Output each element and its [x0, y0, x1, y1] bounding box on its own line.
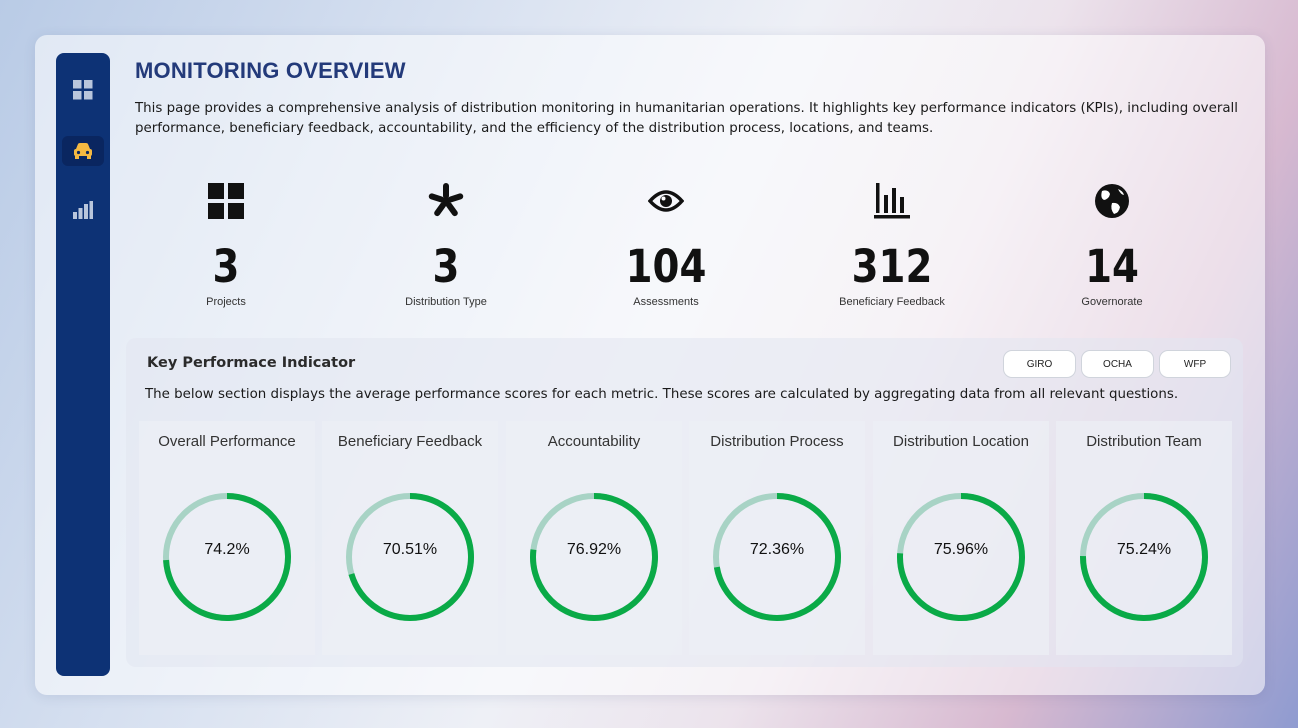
- kpi-label: Distribution Type: [405, 296, 487, 308]
- eye-icon: [648, 190, 684, 212]
- metric-card-overall-performance: Overall Performance 74.2%: [139, 421, 315, 655]
- page-title: MONITORING OVERVIEW: [135, 58, 406, 83]
- gauge-value-label: 72.36%: [749, 541, 805, 558]
- kpi-value: 3: [212, 240, 240, 293]
- filter-ocha-button[interactable]: OCHA: [1081, 350, 1154, 378]
- kpi-value: 312: [851, 240, 933, 293]
- metric-title: Distribution Team: [1086, 433, 1202, 450]
- gauge-value-label: 70.51%: [382, 541, 438, 558]
- metric-title: Distribution Location: [893, 433, 1029, 450]
- nav-distribution[interactable]: [62, 136, 104, 166]
- bar-chart-icon: [874, 183, 910, 219]
- kpi-beneficiary-feedback: 312 Beneficiary Feedback: [802, 180, 982, 308]
- metric-card-distribution-process: Distribution Process 72.36%: [689, 421, 865, 655]
- metric-title: Overall Performance: [158, 433, 296, 450]
- asterisk-icon: [428, 183, 464, 217]
- metric-card-accountability: Accountability 76.92%: [506, 421, 682, 655]
- sidebar: [56, 53, 110, 676]
- grid-icon: [208, 183, 244, 219]
- metric-card-beneficiary-feedback: Beneficiary Feedback 70.51%: [322, 421, 498, 655]
- gauge-value-label: 76.92%: [566, 541, 622, 558]
- kpi-governorate: 14 Governorate: [1022, 180, 1202, 308]
- kpi-section-title: Key Performace Indicator: [147, 355, 356, 371]
- kpi-value: 104: [625, 240, 707, 293]
- nav-dashboard[interactable]: [62, 75, 104, 105]
- metric-title: Beneficiary Feedback: [337, 433, 483, 450]
- metric-card-distribution-team: Distribution Team 75.24%: [1056, 421, 1232, 655]
- nav-analytics[interactable]: [62, 195, 104, 225]
- car-icon: [74, 143, 92, 159]
- kpi-value: 14: [1085, 240, 1139, 293]
- kpi-projects: 3 Projects: [136, 180, 316, 308]
- metric-title: Accountability: [547, 433, 641, 450]
- kpi-assessments: 104 Assessments: [576, 180, 756, 308]
- kpi-label: Assessments: [633, 296, 699, 308]
- kpi-label: Beneficiary Feedback: [839, 296, 945, 308]
- filter-giro-button[interactable]: GIRO: [1003, 350, 1076, 378]
- gauge-value-label: 75.24%: [1116, 541, 1172, 558]
- bar-chart-icon: [73, 201, 93, 219]
- page-description: This page provides a comprehensive analy…: [135, 101, 1238, 136]
- globe-icon: [1095, 184, 1129, 218]
- gauge-value-label: 74.2%: [204, 541, 250, 558]
- kpi-value: 3: [432, 240, 460, 293]
- dashboard-grid-icon: [73, 80, 93, 100]
- kpi-label: Governorate: [1081, 296, 1143, 308]
- kpi-distribution-type: 3 Distribution Type: [356, 180, 536, 308]
- filter-wfp-button[interactable]: WFP: [1159, 350, 1231, 378]
- metric-card-distribution-location: Distribution Location 75.96%: [873, 421, 1049, 655]
- kpi-section-description: The below section displays the average p…: [145, 387, 1179, 402]
- kpi-label: Projects: [206, 296, 246, 308]
- gauge-value-label: 75.96%: [933, 541, 989, 558]
- metric-title: Distribution Process: [710, 433, 844, 450]
